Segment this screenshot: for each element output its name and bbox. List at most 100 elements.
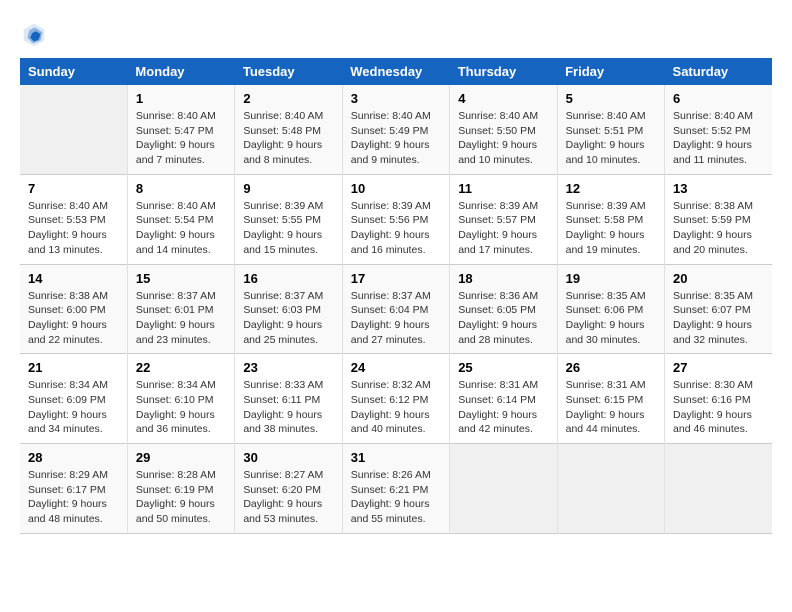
calendar-cell: 6 Sunrise: 8:40 AMSunset: 5:52 PMDayligh… bbox=[665, 85, 772, 174]
day-number: 7 bbox=[28, 181, 119, 196]
calendar-cell: 10 Sunrise: 8:39 AMSunset: 5:56 PMDaylig… bbox=[342, 174, 449, 264]
day-number: 2 bbox=[243, 91, 333, 106]
day-info: Sunrise: 8:40 AMSunset: 5:49 PMDaylight:… bbox=[351, 109, 441, 168]
weekday-header-wednesday: Wednesday bbox=[342, 58, 449, 85]
day-info: Sunrise: 8:32 AMSunset: 6:12 PMDaylight:… bbox=[351, 378, 441, 437]
calendar-cell: 28 Sunrise: 8:29 AMSunset: 6:17 PMDaylig… bbox=[20, 444, 127, 534]
calendar-week-row: 21 Sunrise: 8:34 AMSunset: 6:09 PMDaylig… bbox=[20, 354, 772, 444]
day-number: 15 bbox=[136, 271, 226, 286]
day-number: 21 bbox=[28, 360, 119, 375]
day-info: Sunrise: 8:37 AMSunset: 6:01 PMDaylight:… bbox=[136, 289, 226, 348]
day-number: 30 bbox=[243, 450, 333, 465]
day-number: 12 bbox=[566, 181, 656, 196]
day-info: Sunrise: 8:28 AMSunset: 6:19 PMDaylight:… bbox=[136, 468, 226, 527]
calendar-cell: 4 Sunrise: 8:40 AMSunset: 5:50 PMDayligh… bbox=[450, 85, 557, 174]
day-number: 18 bbox=[458, 271, 548, 286]
weekday-header-sunday: Sunday bbox=[20, 58, 127, 85]
calendar-week-row: 7 Sunrise: 8:40 AMSunset: 5:53 PMDayligh… bbox=[20, 174, 772, 264]
calendar-cell: 14 Sunrise: 8:38 AMSunset: 6:00 PMDaylig… bbox=[20, 264, 127, 354]
day-info: Sunrise: 8:40 AMSunset: 5:48 PMDaylight:… bbox=[243, 109, 333, 168]
calendar-cell bbox=[20, 85, 127, 174]
calendar-cell: 8 Sunrise: 8:40 AMSunset: 5:54 PMDayligh… bbox=[127, 174, 234, 264]
calendar-cell: 2 Sunrise: 8:40 AMSunset: 5:48 PMDayligh… bbox=[235, 85, 342, 174]
day-info: Sunrise: 8:38 AMSunset: 6:00 PMDaylight:… bbox=[28, 289, 119, 348]
day-info: Sunrise: 8:29 AMSunset: 6:17 PMDaylight:… bbox=[28, 468, 119, 527]
weekday-header-thursday: Thursday bbox=[450, 58, 557, 85]
calendar-cell: 7 Sunrise: 8:40 AMSunset: 5:53 PMDayligh… bbox=[20, 174, 127, 264]
calendar-cell: 31 Sunrise: 8:26 AMSunset: 6:21 PMDaylig… bbox=[342, 444, 449, 534]
day-info: Sunrise: 8:40 AMSunset: 5:54 PMDaylight:… bbox=[136, 199, 226, 258]
day-number: 6 bbox=[673, 91, 764, 106]
day-number: 11 bbox=[458, 181, 548, 196]
day-info: Sunrise: 8:39 AMSunset: 5:55 PMDaylight:… bbox=[243, 199, 333, 258]
day-info: Sunrise: 8:34 AMSunset: 6:09 PMDaylight:… bbox=[28, 378, 119, 437]
calendar-cell bbox=[665, 444, 772, 534]
day-info: Sunrise: 8:39 AMSunset: 5:58 PMDaylight:… bbox=[566, 199, 656, 258]
calendar-cell: 16 Sunrise: 8:37 AMSunset: 6:03 PMDaylig… bbox=[235, 264, 342, 354]
day-info: Sunrise: 8:30 AMSunset: 6:16 PMDaylight:… bbox=[673, 378, 764, 437]
weekday-header-tuesday: Tuesday bbox=[235, 58, 342, 85]
day-number: 27 bbox=[673, 360, 764, 375]
day-info: Sunrise: 8:33 AMSunset: 6:11 PMDaylight:… bbox=[243, 378, 333, 437]
logo bbox=[20, 20, 52, 48]
calendar-cell bbox=[450, 444, 557, 534]
day-info: Sunrise: 8:38 AMSunset: 5:59 PMDaylight:… bbox=[673, 199, 764, 258]
day-number: 4 bbox=[458, 91, 548, 106]
calendar-cell: 15 Sunrise: 8:37 AMSunset: 6:01 PMDaylig… bbox=[127, 264, 234, 354]
day-info: Sunrise: 8:35 AMSunset: 6:06 PMDaylight:… bbox=[566, 289, 656, 348]
weekday-header-friday: Friday bbox=[557, 58, 664, 85]
calendar-cell: 19 Sunrise: 8:35 AMSunset: 6:06 PMDaylig… bbox=[557, 264, 664, 354]
calendar-cell: 23 Sunrise: 8:33 AMSunset: 6:11 PMDaylig… bbox=[235, 354, 342, 444]
day-number: 9 bbox=[243, 181, 333, 196]
calendar-table: SundayMondayTuesdayWednesdayThursdayFrid… bbox=[20, 58, 772, 534]
day-info: Sunrise: 8:31 AMSunset: 6:14 PMDaylight:… bbox=[458, 378, 548, 437]
day-number: 25 bbox=[458, 360, 548, 375]
day-info: Sunrise: 8:37 AMSunset: 6:03 PMDaylight:… bbox=[243, 289, 333, 348]
day-info: Sunrise: 8:36 AMSunset: 6:05 PMDaylight:… bbox=[458, 289, 548, 348]
day-info: Sunrise: 8:31 AMSunset: 6:15 PMDaylight:… bbox=[566, 378, 656, 437]
calendar-cell: 22 Sunrise: 8:34 AMSunset: 6:10 PMDaylig… bbox=[127, 354, 234, 444]
calendar-week-row: 1 Sunrise: 8:40 AMSunset: 5:47 PMDayligh… bbox=[20, 85, 772, 174]
calendar-cell: 11 Sunrise: 8:39 AMSunset: 5:57 PMDaylig… bbox=[450, 174, 557, 264]
calendar-cell: 26 Sunrise: 8:31 AMSunset: 6:15 PMDaylig… bbox=[557, 354, 664, 444]
day-number: 28 bbox=[28, 450, 119, 465]
day-info: Sunrise: 8:40 AMSunset: 5:50 PMDaylight:… bbox=[458, 109, 548, 168]
day-number: 8 bbox=[136, 181, 226, 196]
day-number: 17 bbox=[351, 271, 441, 286]
calendar-cell bbox=[557, 444, 664, 534]
calendar-cell: 20 Sunrise: 8:35 AMSunset: 6:07 PMDaylig… bbox=[665, 264, 772, 354]
day-info: Sunrise: 8:39 AMSunset: 5:56 PMDaylight:… bbox=[351, 199, 441, 258]
day-number: 31 bbox=[351, 450, 441, 465]
day-number: 29 bbox=[136, 450, 226, 465]
day-number: 14 bbox=[28, 271, 119, 286]
day-number: 24 bbox=[351, 360, 441, 375]
calendar-cell: 21 Sunrise: 8:34 AMSunset: 6:09 PMDaylig… bbox=[20, 354, 127, 444]
day-number: 10 bbox=[351, 181, 441, 196]
day-info: Sunrise: 8:40 AMSunset: 5:51 PMDaylight:… bbox=[566, 109, 656, 168]
calendar-cell: 29 Sunrise: 8:28 AMSunset: 6:19 PMDaylig… bbox=[127, 444, 234, 534]
calendar-week-row: 28 Sunrise: 8:29 AMSunset: 6:17 PMDaylig… bbox=[20, 444, 772, 534]
day-number: 13 bbox=[673, 181, 764, 196]
calendar-week-row: 14 Sunrise: 8:38 AMSunset: 6:00 PMDaylig… bbox=[20, 264, 772, 354]
weekday-header-row: SundayMondayTuesdayWednesdayThursdayFrid… bbox=[20, 58, 772, 85]
logo-icon bbox=[20, 20, 48, 48]
day-number: 1 bbox=[136, 91, 226, 106]
day-number: 23 bbox=[243, 360, 333, 375]
weekday-header-monday: Monday bbox=[127, 58, 234, 85]
calendar-cell: 27 Sunrise: 8:30 AMSunset: 6:16 PMDaylig… bbox=[665, 354, 772, 444]
calendar-cell: 18 Sunrise: 8:36 AMSunset: 6:05 PMDaylig… bbox=[450, 264, 557, 354]
calendar-cell: 3 Sunrise: 8:40 AMSunset: 5:49 PMDayligh… bbox=[342, 85, 449, 174]
day-info: Sunrise: 8:37 AMSunset: 6:04 PMDaylight:… bbox=[351, 289, 441, 348]
day-number: 20 bbox=[673, 271, 764, 286]
day-info: Sunrise: 8:39 AMSunset: 5:57 PMDaylight:… bbox=[458, 199, 548, 258]
day-number: 3 bbox=[351, 91, 441, 106]
calendar-cell: 25 Sunrise: 8:31 AMSunset: 6:14 PMDaylig… bbox=[450, 354, 557, 444]
page-header bbox=[20, 20, 772, 48]
calendar-cell: 9 Sunrise: 8:39 AMSunset: 5:55 PMDayligh… bbox=[235, 174, 342, 264]
day-number: 16 bbox=[243, 271, 333, 286]
day-number: 26 bbox=[566, 360, 656, 375]
day-info: Sunrise: 8:34 AMSunset: 6:10 PMDaylight:… bbox=[136, 378, 226, 437]
weekday-header-saturday: Saturday bbox=[665, 58, 772, 85]
calendar-cell: 24 Sunrise: 8:32 AMSunset: 6:12 PMDaylig… bbox=[342, 354, 449, 444]
calendar-cell: 1 Sunrise: 8:40 AMSunset: 5:47 PMDayligh… bbox=[127, 85, 234, 174]
